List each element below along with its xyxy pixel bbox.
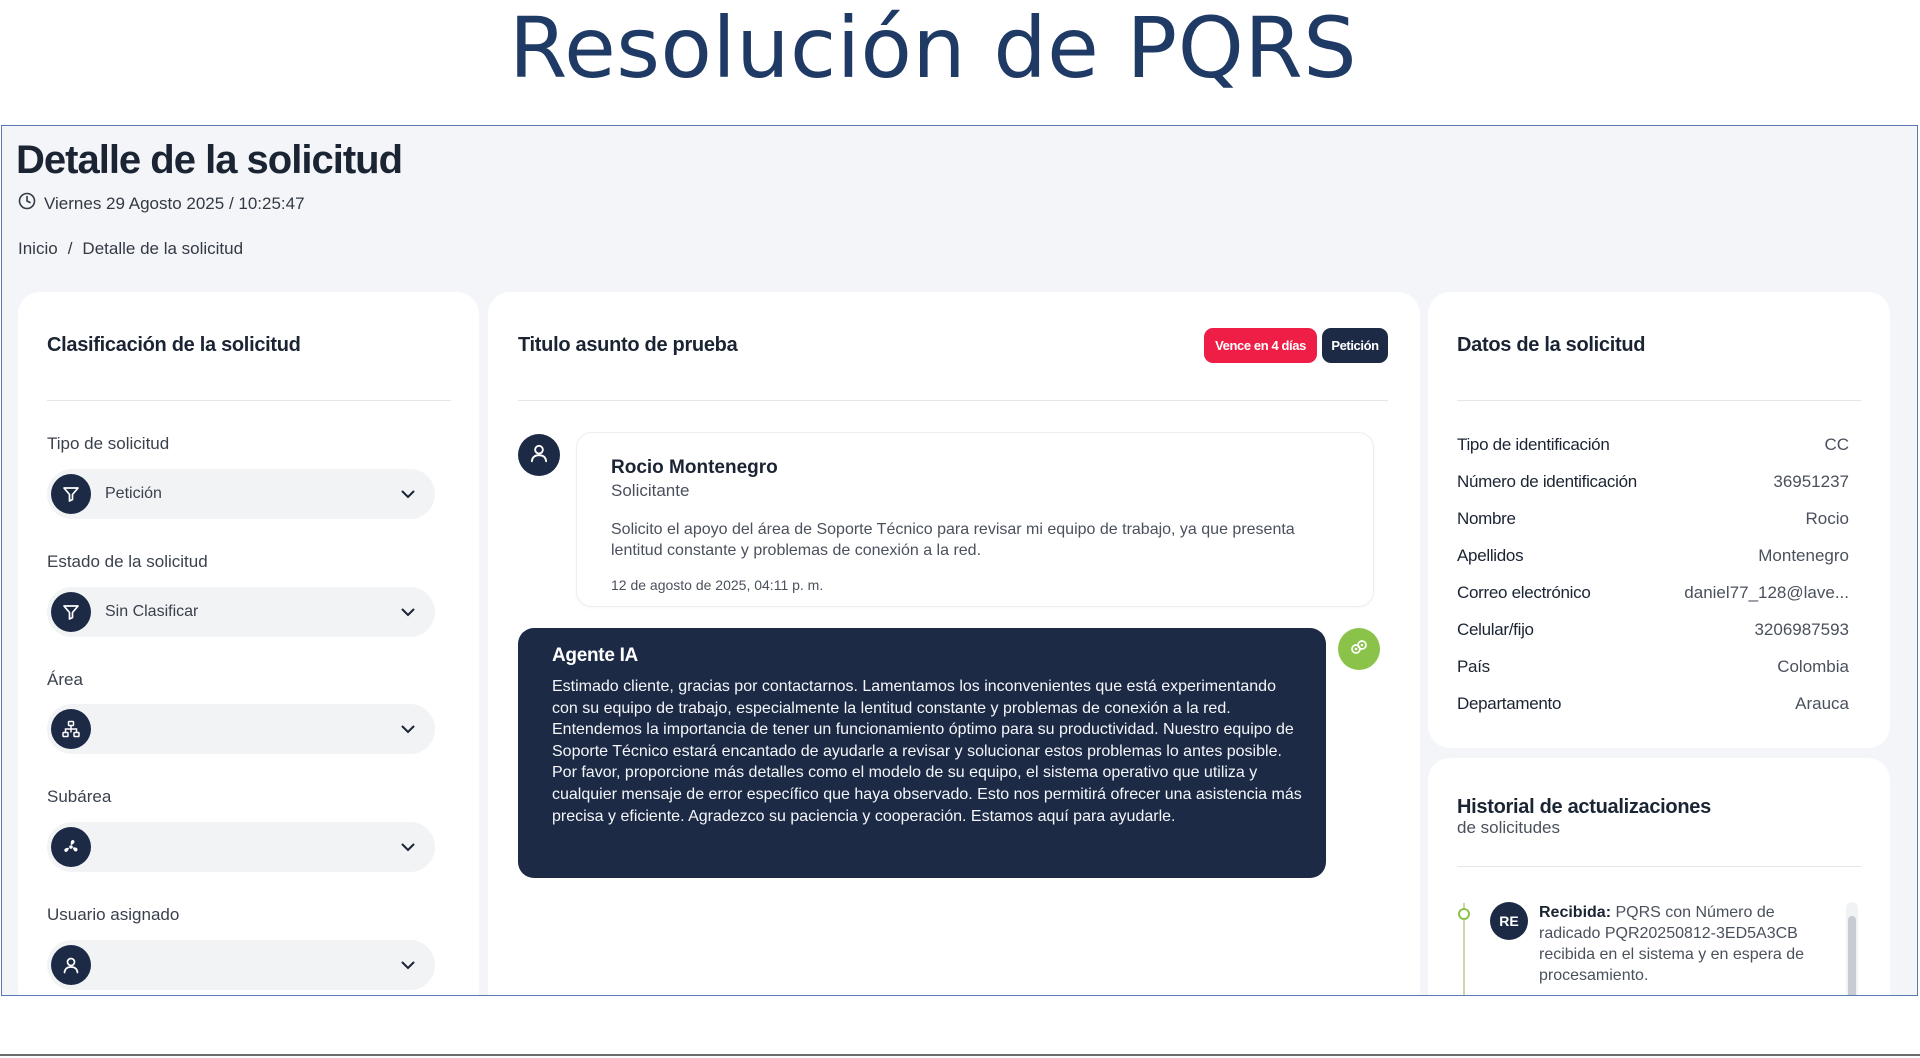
chevron-down-icon [399, 838, 417, 856]
agent-avatar [1338, 628, 1380, 670]
data-value: Colombia [1777, 657, 1849, 676]
data-key: Nombre [1457, 509, 1516, 528]
field-label-request-type: Tipo de solicitud [47, 434, 170, 453]
request-type-value: Petición [105, 485, 162, 502]
request-conversation-card: Titulo asunto de prueba Vence en 4 días … [488, 292, 1420, 995]
history-card: Historial de actualizaciones de solicitu… [1428, 758, 1890, 995]
history-avatar: RE [1490, 902, 1528, 940]
data-row-id-type: Tipo de identificación CC [1457, 435, 1849, 455]
history-scrollbar-thumb[interactable] [1848, 916, 1856, 995]
agent-response: Agente IA Estimado cliente, gracias por … [518, 628, 1326, 878]
agent-body: Estimado cliente, gracias por contactarn… [552, 678, 1302, 825]
data-key: País [1457, 657, 1490, 676]
data-row-phone: Celular/fijo 3206987593 [1457, 620, 1849, 640]
data-value: Montenegro [1758, 546, 1849, 565]
divider [518, 400, 1388, 401]
request-type-select[interactable]: Petición [47, 469, 435, 519]
request-subject: Titulo asunto de prueba [518, 334, 738, 356]
breadcrumb-home[interactable]: Inicio [18, 239, 58, 259]
data-value: CC [1824, 435, 1849, 454]
breadcrumb-current: Detalle de la solicitud [82, 239, 244, 258]
field-label-subarea: Subárea [47, 787, 112, 806]
filter-icon [51, 592, 91, 632]
page-title: Detalle de la solicitud [16, 138, 403, 182]
hierarchy-icon [51, 709, 91, 749]
fan-icon [51, 827, 91, 867]
slide-bottom-line [0, 1054, 1920, 1056]
field-label-area: Área [47, 670, 83, 689]
slide-title: Resolución de PQRS [509, 0, 1358, 97]
user-icon [528, 442, 550, 469]
message-date: 12 de agosto de 2025, 04:11 p. m. [611, 577, 824, 593]
clock-icon [18, 192, 36, 215]
app-window: Detalle de la solicitud Viernes 29 Agost… [1, 125, 1918, 996]
data-row-id-number: Número de identificación 36951237 [1457, 472, 1849, 492]
request-status-select[interactable]: Sin Clasificar [47, 587, 435, 637]
data-key: Departamento [1457, 694, 1562, 713]
request-data-card: Datos de la solicitud Tipo de identifica… [1428, 292, 1890, 748]
requester-avatar [518, 434, 560, 476]
message-role: Solicitante [611, 481, 690, 500]
data-value: Arauca [1795, 694, 1849, 713]
classification-title: Clasificación de la solicitud [47, 334, 301, 356]
data-value: Rocio [1805, 509, 1849, 528]
history-subtitle: de solicitudes [1457, 818, 1561, 837]
chevron-down-icon [399, 720, 417, 738]
breadcrumb-separator: / [67, 239, 73, 258]
data-key: Celular/fijo [1457, 620, 1534, 639]
data-key: Número de identificación [1457, 472, 1637, 491]
classification-card: Clasificación de la solicitud Tipo de so… [18, 292, 479, 995]
area-select[interactable] [47, 704, 435, 754]
requester-message: Rocio Montenegro Solicitante Solicito el… [576, 432, 1374, 607]
timeline-dot [1458, 908, 1470, 920]
data-row-email: Correo electrónico daniel77_128@lave... [1457, 583, 1849, 603]
message-body: Solicito el apoyo del área de Soporte Té… [611, 521, 1295, 559]
breadcrumb: Inicio / Detalle de la solicitud [18, 239, 243, 259]
request-type-badge: Petición [1322, 328, 1388, 363]
data-row-lastname: Apellidos Montenegro [1457, 546, 1849, 566]
request-status-value: Sin Clasificar [105, 603, 199, 620]
subarea-select[interactable] [47, 822, 435, 872]
agent-name: Agente IA [552, 645, 638, 666]
ai-agent-icon [1348, 636, 1370, 663]
divider [1457, 400, 1861, 401]
request-data-title: Datos de la solicitud [1457, 334, 1646, 356]
data-key: Correo electrónico [1457, 583, 1591, 602]
due-badge: Vence en 4 días [1204, 328, 1317, 363]
history-entry: Recibida: PQRS con Número de radicado PQ… [1539, 902, 1839, 986]
filter-icon [51, 474, 91, 514]
data-value: daniel77_128@lave... [1684, 583, 1849, 602]
data-row-department: Departamento Arauca [1457, 694, 1849, 714]
message-author: Rocio Montenegro [611, 457, 778, 478]
data-value: 3206987593 [1754, 620, 1849, 639]
chevron-down-icon [399, 956, 417, 974]
data-key: Tipo de identificación [1457, 435, 1610, 454]
history-entry-status: Recibida: [1539, 904, 1612, 921]
chevron-down-icon [399, 603, 417, 621]
data-row-country: País Colombia [1457, 657, 1849, 677]
divider [47, 400, 451, 401]
data-value: 36951237 [1773, 472, 1849, 491]
user-icon [51, 945, 91, 985]
history-scrollbar[interactable] [1846, 902, 1858, 995]
data-key: Apellidos [1457, 546, 1524, 565]
data-row-name: Nombre Rocio [1457, 509, 1849, 529]
datetime: Viernes 29 Agosto 2025 / 10:25:47 [18, 192, 305, 215]
datetime-text: Viernes 29 Agosto 2025 / 10:25:47 [44, 193, 305, 213]
assigned-user-select[interactable] [47, 940, 435, 990]
field-label-request-status: Estado de la solicitud [47, 552, 208, 571]
field-label-assigned-user: Usuario asignado [47, 905, 180, 924]
history-title: Historial de actualizaciones [1457, 796, 1711, 818]
chevron-down-icon [399, 485, 417, 503]
divider [1457, 866, 1861, 867]
